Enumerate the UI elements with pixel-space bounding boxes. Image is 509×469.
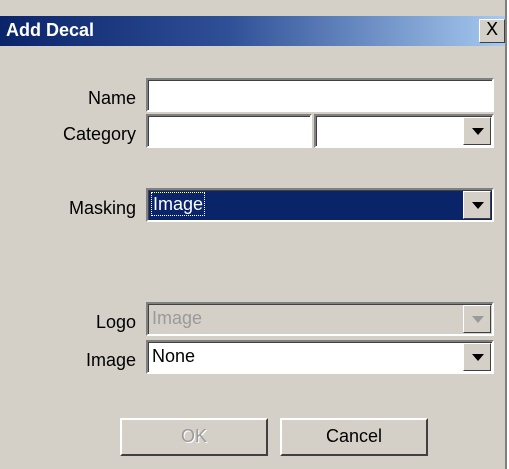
masking-selected-value: Image — [150, 192, 206, 216]
image-value: None — [152, 346, 196, 366]
category-select[interactable] — [314, 114, 494, 148]
add-decal-dialog: Add Decal X Name Category Masking Image … — [0, 0, 507, 469]
title-bar[interactable]: Add Decal X — [0, 16, 505, 46]
logo-label: Logo — [95, 312, 136, 332]
masking-select[interactable]: Image — [146, 188, 494, 222]
name-input[interactable] — [146, 78, 494, 112]
category-dropdown-button[interactable] — [463, 117, 491, 145]
chevron-down-icon — [472, 316, 484, 323]
image-label: Image — [85, 350, 136, 370]
chevron-down-icon — [472, 128, 484, 135]
category-label: Category — [62, 124, 136, 144]
ok-button: OK — [120, 418, 268, 456]
masking-label: Masking — [68, 198, 136, 218]
close-icon: X — [485, 19, 499, 40]
chevron-down-icon — [472, 354, 484, 361]
dialog-title: Add Decal — [6, 20, 95, 40]
image-select[interactable]: None — [146, 340, 494, 374]
name-label: Name — [87, 88, 136, 108]
category-input[interactable] — [146, 114, 312, 148]
logo-select: Image — [146, 302, 494, 336]
cancel-button[interactable]: Cancel — [280, 418, 428, 456]
close-button[interactable]: X — [479, 19, 505, 43]
chevron-down-icon — [472, 202, 484, 209]
masking-dropdown-button[interactable] — [463, 191, 491, 219]
logo-dropdown-button — [463, 305, 491, 333]
image-dropdown-button[interactable] — [463, 343, 491, 371]
logo-value: Image — [152, 308, 203, 328]
